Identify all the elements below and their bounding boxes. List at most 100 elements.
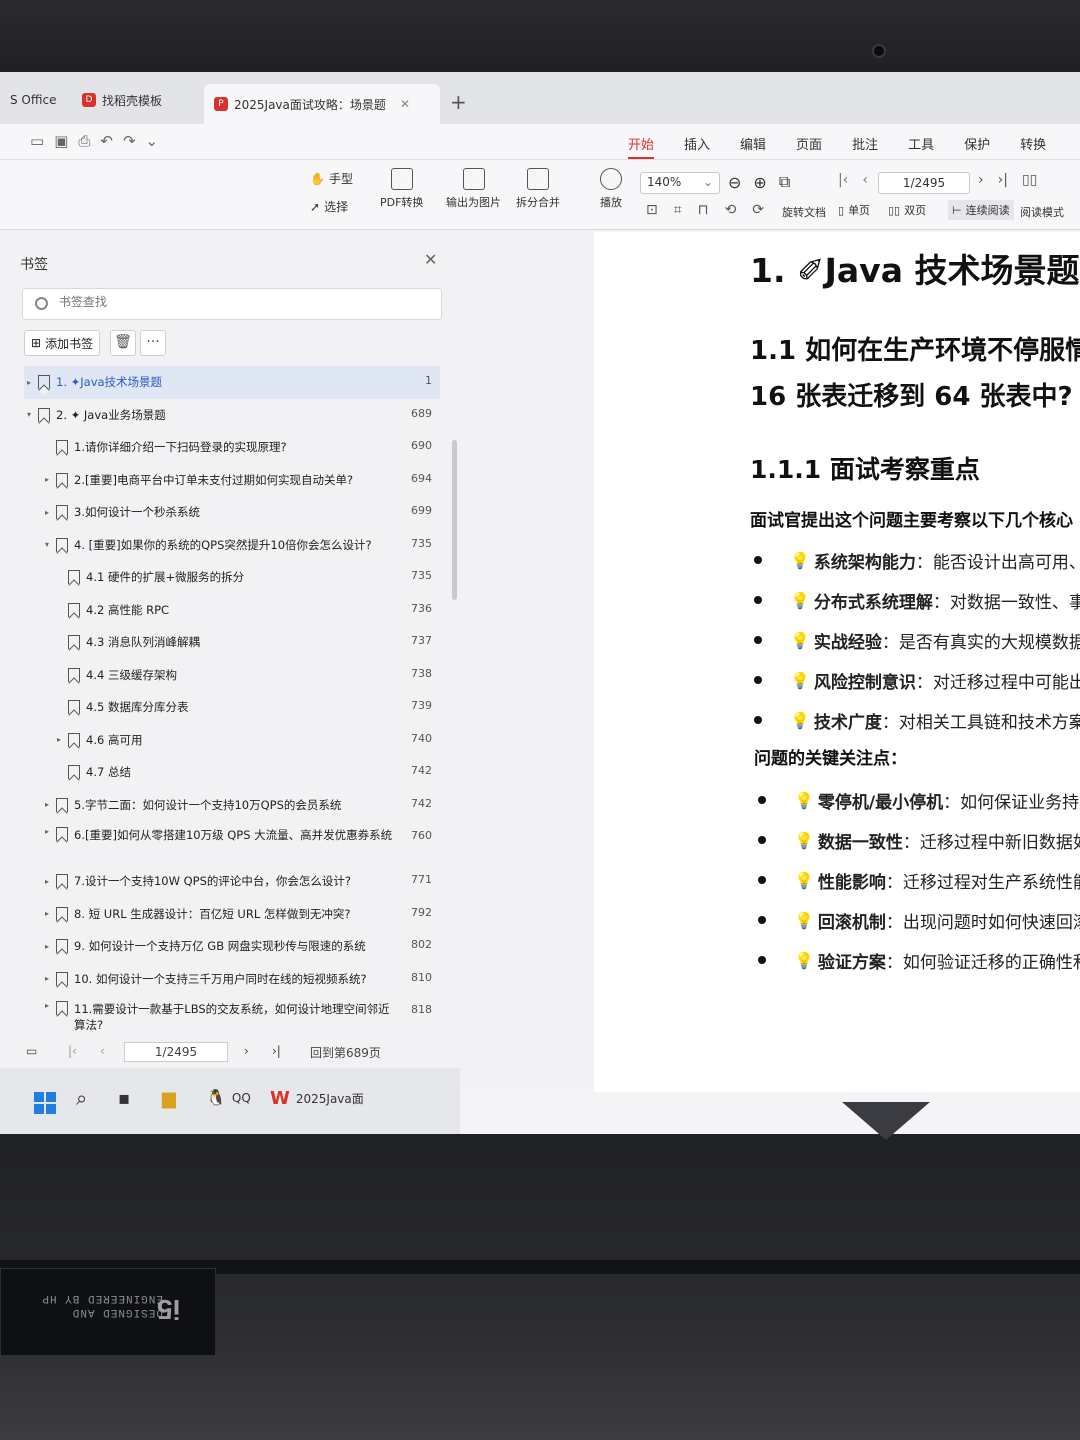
prev-page-icon[interactable]: ‹ — [862, 172, 868, 188]
close-icon[interactable]: ✕ — [424, 250, 437, 269]
list-item[interactable]: 4.2 高性能 RPC 736 — [24, 594, 440, 627]
task-view-icon[interactable]: ▪ — [118, 1088, 130, 1109]
list-item[interactable]: ▾ 2. ✦ Java业务场景题 689 — [24, 399, 440, 432]
zoom-in-icon[interactable]: ⊕ — [753, 173, 766, 192]
fit-page-icon[interactable]: ⧉ — [779, 172, 790, 192]
list-item[interactable]: ▾ 4. [重要]如果你的系统的QPS突然提升10倍你会怎么设计? 735 — [24, 529, 440, 562]
list-item[interactable]: ▸ 1. ✦Java技术场景题 1 — [24, 366, 440, 399]
pdf-convert-button[interactable]: PDF转换 — [380, 168, 423, 210]
select-tool-button[interactable]: ➚ 选择 — [310, 198, 348, 215]
single-page-button[interactable]: ▯ 单页 — [838, 202, 870, 218]
prev-page-icon[interactable]: ‹ — [100, 1044, 105, 1058]
bookmark-icon[interactable]: ⊓ — [698, 202, 709, 218]
next-page-icon[interactable]: › — [978, 172, 984, 188]
page-input[interactable]: 1/2495 — [124, 1042, 228, 1062]
list-item[interactable]: ▸ 5.字节二面：如何设计一个支持10万QPS的会员系统 742 — [24, 789, 440, 822]
goto-page-link[interactable]: 回到第689页 — [310, 1044, 381, 1061]
taskbar-wps[interactable]: W 2025Java面 — [270, 1088, 364, 1109]
menu-convert[interactable]: 转换 — [1020, 134, 1046, 159]
rotate-left-icon[interactable]: ⟲ — [725, 202, 737, 218]
last-page-icon[interactable]: ›| — [998, 172, 1008, 188]
redo-icon[interactable]: ↷ — [123, 132, 136, 150]
list-item[interactable]: ▸ 4.6 高可用 740 — [24, 724, 440, 757]
new-tab-button[interactable]: + — [450, 90, 467, 114]
caret-right-icon[interactable]: ▸ — [42, 1001, 52, 1010]
menu-page[interactable]: 页面 — [796, 134, 822, 159]
caret-right-icon[interactable]: ▸ — [42, 909, 52, 918]
tab-document[interactable]: P 2025Java面试攻略：场景题 ✕ — [204, 84, 440, 124]
search-icon[interactable]: ⌕ — [76, 1086, 87, 1110]
next-page-icon[interactable]: › — [244, 1044, 249, 1058]
list-item[interactable]: ▸ 11.需要设计一款基于LBS的交友系统，如何设计地理空间邻近算法? 818 — [24, 995, 440, 1039]
caret-right-icon[interactable]: ▸ — [24, 378, 34, 387]
bookmark-page: 690 — [411, 439, 432, 452]
list-item[interactable]: 4.5 数据库分库分表 739 — [24, 691, 440, 724]
menu-edit[interactable]: 编辑 — [740, 134, 766, 159]
read-mode-button[interactable]: 阅读模式 — [1020, 204, 1064, 220]
continuous-read-button[interactable]: ⊢ 连续阅读 — [948, 200, 1014, 220]
list-item[interactable]: 4.3 消息队列消峰解耦 737 — [24, 626, 440, 659]
open-folder-icon[interactable]: ▭ — [30, 132, 44, 150]
sidebar-toggle-icon[interactable]: ▭ — [26, 1044, 37, 1058]
panel-scrollbar[interactable] — [452, 440, 457, 600]
list-item[interactable]: ▸ 9. 如何设计一个支持万亿 GB 网盘实现秒传与限速的系统 802 — [24, 930, 440, 963]
windows-start-icon[interactable] — [34, 1092, 56, 1114]
first-page-icon[interactable]: |‹ — [68, 1044, 77, 1058]
add-bookmark-button[interactable]: ⊞ 添加书签 — [24, 330, 101, 356]
bookmark-search[interactable] — [22, 288, 442, 320]
rotate-document-button[interactable]: 旋转文档 — [782, 204, 826, 220]
list-item[interactable]: ▸ 2.[重要]电商平台中订单未支付过期如何实现自动关单? 694 — [24, 464, 440, 497]
save-icon[interactable]: ▣ — [54, 132, 68, 150]
undo-icon[interactable]: ↶ — [100, 132, 113, 150]
taskbar-qq[interactable]: 🐧 QQ — [206, 1088, 251, 1107]
list-item[interactable]: ▸ 6.[重要]如何从零搭建10万级 QPS 大流量、高并发优惠券系统 760 — [24, 821, 440, 865]
caret-right-icon[interactable]: ▸ — [42, 877, 52, 886]
crop-icon[interactable]: ⌗ — [674, 202, 682, 218]
zoom-out-icon[interactable]: ⊖ — [728, 173, 741, 192]
bookmark-search-input[interactable] — [59, 295, 429, 309]
list-item[interactable]: ▸ 10. 如何设计一个支持三千万用户同时在线的短视频系统? 810 — [24, 963, 440, 996]
caret-down-icon[interactable]: ▾ — [42, 540, 52, 549]
double-page-button[interactable]: ▯▯ 双页 — [888, 202, 926, 218]
caret-right-icon[interactable]: ▸ — [42, 800, 52, 809]
hand-tool-button[interactable]: ✋ 手型 — [310, 170, 353, 187]
chevron-down-icon[interactable]: ⌄ — [146, 132, 159, 150]
play-button[interactable]: 播放 — [600, 168, 622, 210]
menu-tools[interactable]: 工具 — [908, 134, 934, 159]
delete-bookmark-button[interactable]: 🗑 — [110, 330, 136, 356]
caret-right-icon[interactable]: ▸ — [42, 827, 52, 836]
rotate-right-icon[interactable]: ⟳ — [752, 202, 764, 218]
list-item[interactable]: ▸ 7.设计一个支持10W QPS的评论中台，你会怎么设计? 771 — [24, 865, 440, 898]
split-merge-button[interactable]: 拆分合并 — [516, 168, 560, 210]
last-page-icon[interactable]: ›| — [272, 1044, 281, 1058]
file-explorer-icon[interactable]: ▆ — [162, 1088, 176, 1109]
list-item[interactable]: ▸ 3.如何设计一个秒杀系统 699 — [24, 496, 440, 529]
list-item[interactable]: 4.7 总结 742 — [24, 756, 440, 789]
menu-home[interactable]: 开始 — [628, 134, 655, 159]
list-item[interactable]: ▸ 8. 短 URL 生成器设计：百亿短 URL 怎样做到无冲突? 792 — [24, 898, 440, 931]
page-nav-first[interactable]: |‹ ‹ — [838, 172, 868, 188]
caret-right-icon[interactable]: ▸ — [54, 735, 64, 744]
tab-templates[interactable]: D 找稻壳模板 — [72, 82, 172, 118]
close-icon[interactable]: ✕ — [400, 97, 410, 111]
first-page-icon[interactable]: |‹ — [838, 172, 848, 188]
list-item[interactable]: 4.1 硬件的扩展+微服务的拆分 735 — [24, 561, 440, 594]
caret-right-icon[interactable]: ▸ — [42, 475, 52, 484]
book-icon[interactable]: ▯▯ — [1022, 172, 1037, 188]
more-options-button[interactable]: ··· — [140, 330, 166, 356]
caret-down-icon[interactable]: ▾ — [24, 410, 34, 419]
tab-wps-office[interactable]: S Office — [0, 82, 66, 118]
list-item[interactable]: 4.4 三级缓存架构 738 — [24, 659, 440, 692]
zoom-select[interactable]: 140% ⌄ — [640, 172, 720, 194]
caret-right-icon[interactable]: ▸ — [42, 508, 52, 517]
menu-annotate[interactable]: 批注 — [852, 134, 878, 159]
caret-right-icon[interactable]: ▸ — [42, 974, 52, 983]
page-number-input[interactable]: 1/2495 — [878, 172, 970, 194]
list-item[interactable]: 1.请你详细介绍一下扫码登录的实现原理? 690 — [24, 431, 440, 464]
fit-width-icon[interactable]: ⊡ — [646, 202, 658, 218]
menu-protect[interactable]: 保护 — [964, 134, 990, 159]
caret-right-icon[interactable]: ▸ — [42, 942, 52, 951]
menu-insert[interactable]: 插入 — [684, 134, 710, 159]
export-image-button[interactable]: 输出为图片 — [446, 168, 501, 210]
print-icon[interactable]: ⎙ — [78, 132, 90, 150]
